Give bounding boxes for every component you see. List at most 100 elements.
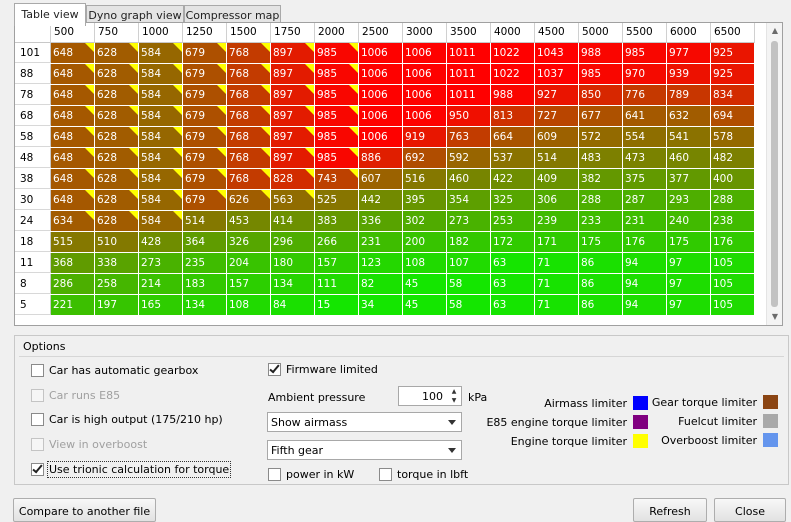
table-cell[interactable]: 473: [623, 148, 667, 169]
table-cell[interactable]: 1006: [403, 106, 447, 127]
table-cell[interactable]: 776: [623, 85, 667, 106]
table-cell[interactable]: 977: [667, 43, 711, 64]
table-cell[interactable]: 238: [711, 211, 755, 232]
torque-table[interactable]: 500 750 1000 1250 1500 1750 2000 2500 3000 3500 40…: [14, 22, 783, 326]
table-cell[interactable]: 82: [359, 274, 403, 295]
table-cell[interactable]: 1006: [359, 127, 403, 148]
table-cell[interactable]: 175: [579, 232, 623, 253]
table-cell[interactable]: 768: [227, 148, 271, 169]
table-cell[interactable]: 584: [139, 169, 183, 190]
table-cell[interactable]: 584: [139, 211, 183, 232]
table-cell[interactable]: 584: [139, 148, 183, 169]
table-cell[interactable]: 336: [359, 211, 403, 232]
table-cell[interactable]: 306: [535, 190, 579, 211]
table-cell[interactable]: 94: [623, 274, 667, 295]
table-cell[interactable]: 302: [403, 211, 447, 232]
table-cell[interactable]: 850: [579, 85, 623, 106]
table-cell[interactable]: 648: [51, 85, 95, 106]
table-cell[interactable]: 985: [623, 43, 667, 64]
table-cell[interactable]: 97: [667, 253, 711, 274]
table-cell[interactable]: 834: [711, 85, 755, 106]
table-cell[interactable]: 175: [667, 232, 711, 253]
table-cell[interactable]: 97: [667, 295, 711, 316]
table-cell[interactable]: 628: [95, 64, 139, 85]
table-cell[interactable]: 94: [623, 253, 667, 274]
table-cell[interactable]: 63: [491, 274, 535, 295]
spin-down-icon[interactable]: ▼: [447, 396, 461, 405]
table-cell[interactable]: 607: [359, 169, 403, 190]
table-cell[interactable]: 1006: [359, 64, 403, 85]
table-cell[interactable]: 400: [711, 169, 755, 190]
table-cell[interactable]: 925: [711, 43, 755, 64]
table-cell[interactable]: 985: [315, 85, 359, 106]
table-cell[interactable]: 123: [359, 253, 403, 274]
table-cell[interactable]: 516: [403, 169, 447, 190]
table-cell[interactable]: 71: [535, 274, 579, 295]
table-cell[interactable]: 63: [491, 295, 535, 316]
table-cell[interactable]: 970: [623, 64, 667, 85]
table-cell[interactable]: 157: [227, 274, 271, 295]
table-cell[interactable]: 171: [535, 232, 579, 253]
table-cell[interactable]: 71: [535, 295, 579, 316]
table-cell[interactable]: 510: [95, 232, 139, 253]
scroll-down-icon[interactable]: ▼: [767, 309, 782, 325]
table-cell[interactable]: 288: [711, 190, 755, 211]
table-cell[interactable]: 628: [95, 127, 139, 148]
table-cell[interactable]: 383: [315, 211, 359, 232]
table-cell[interactable]: 240: [667, 211, 711, 232]
table-cell[interactable]: 1022: [491, 64, 535, 85]
table-cell[interactable]: 628: [95, 148, 139, 169]
table-cell[interactable]: 71: [535, 253, 579, 274]
table-cell[interactable]: 58: [447, 295, 491, 316]
table-cell[interactable]: 1011: [447, 64, 491, 85]
table-cell[interactable]: 679: [183, 64, 227, 85]
table-cell[interactable]: 768: [227, 127, 271, 148]
table-cell[interactable]: 743: [315, 169, 359, 190]
runs-e85-checkbox[interactable]: Car runs E85: [31, 389, 120, 402]
table-cell[interactable]: 584: [139, 43, 183, 64]
table-cell[interactable]: 679: [183, 85, 227, 106]
table-cell[interactable]: 1022: [491, 43, 535, 64]
table-cell[interactable]: 1037: [535, 64, 579, 85]
table-cell[interactable]: 165: [139, 295, 183, 316]
table-cell[interactable]: 628: [95, 106, 139, 127]
table-cell[interactable]: 286: [51, 274, 95, 295]
table-cell[interactable]: 727: [535, 106, 579, 127]
table-cell[interactable]: 273: [447, 211, 491, 232]
table-cell[interactable]: 45: [403, 295, 447, 316]
auto-gearbox-checkbox[interactable]: Car has automatic gearbox: [31, 364, 198, 377]
table-cell[interactable]: 768: [227, 43, 271, 64]
table-cell[interactable]: 584: [139, 64, 183, 85]
table-cell[interactable]: 395: [403, 190, 447, 211]
table-cell[interactable]: 648: [51, 43, 95, 64]
table-cell[interactable]: 105: [711, 274, 755, 295]
table-cell[interactable]: 258: [95, 274, 139, 295]
table-cell[interactable]: 632: [667, 106, 711, 127]
table-cell[interactable]: 1011: [447, 43, 491, 64]
table-cell[interactable]: 768: [227, 85, 271, 106]
table-cell[interactable]: 428: [139, 232, 183, 253]
table-cell[interactable]: 176: [623, 232, 667, 253]
ambient-pressure-spinner[interactable]: 100 ▲ ▼: [398, 386, 462, 406]
table-cell[interactable]: 927: [535, 85, 579, 106]
table-cell[interactable]: 233: [579, 211, 623, 232]
table-cell[interactable]: 94: [623, 295, 667, 316]
table-cell[interactable]: 1006: [359, 85, 403, 106]
table-cell[interactable]: 919: [403, 127, 447, 148]
table-cell[interactable]: 409: [535, 169, 579, 190]
table-cell[interactable]: 648: [51, 169, 95, 190]
table-cell[interactable]: 326: [227, 232, 271, 253]
table-cell[interactable]: 584: [139, 127, 183, 148]
overboost-checkbox[interactable]: View in overboost: [31, 438, 147, 451]
table-cell[interactable]: 483: [579, 148, 623, 169]
table-cell[interactable]: 97: [667, 274, 711, 295]
table-cell[interactable]: 105: [711, 295, 755, 316]
table-cell[interactable]: 1043: [535, 43, 579, 64]
table-cell[interactable]: 287: [623, 190, 667, 211]
table-cell[interactable]: 886: [359, 148, 403, 169]
table-cell[interactable]: 514: [183, 211, 227, 232]
table-cell[interactable]: 525: [315, 190, 359, 211]
table-cell[interactable]: 541: [667, 127, 711, 148]
high-output-checkbox[interactable]: Car is high output (175/210 hp): [31, 413, 223, 426]
table-cell[interactable]: 628: [95, 169, 139, 190]
